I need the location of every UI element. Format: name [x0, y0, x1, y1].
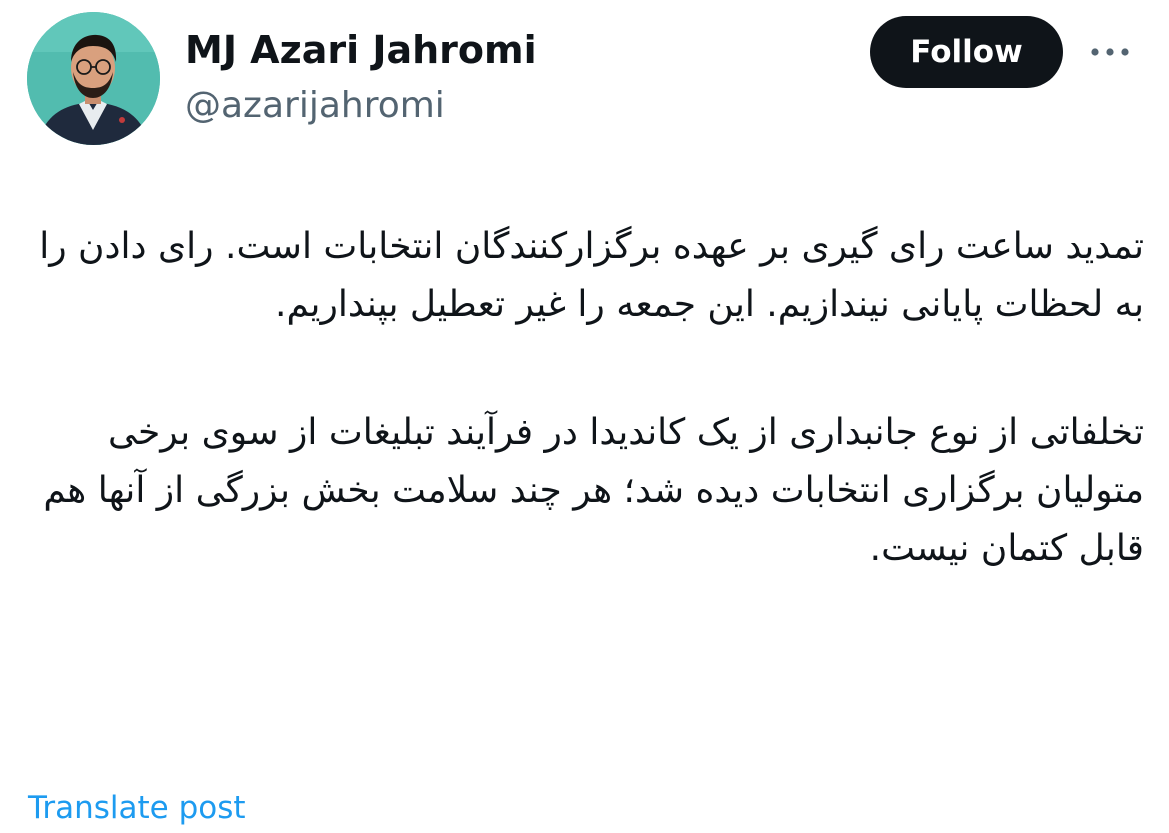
tweet-text: تمدید ساعت رای گیری بر عهده برگزارکنندگا… [22, 218, 1144, 578]
tweet-paragraph: تمدید ساعت رای گیری بر عهده برگزارکنندگا… [39, 226, 1144, 325]
avatar[interactable] [27, 12, 160, 145]
avatar-image [27, 12, 160, 145]
more-horizontal-icon [1091, 48, 1129, 56]
tweet-paragraph: تخلفاتی از نوع جانبداری از یک کاندیدا در… [43, 412, 1144, 569]
tweet-header: MJ Azari Jahromi @azarijahromi Follow [0, 0, 1169, 160]
more-options-button[interactable] [1087, 34, 1133, 70]
follow-button[interactable]: Follow [870, 16, 1063, 88]
author-handle[interactable]: @azarijahromi [185, 80, 445, 132]
translate-post-link[interactable]: Translate post [28, 782, 246, 833]
author-name[interactable]: MJ Azari Jahromi [185, 24, 537, 76]
